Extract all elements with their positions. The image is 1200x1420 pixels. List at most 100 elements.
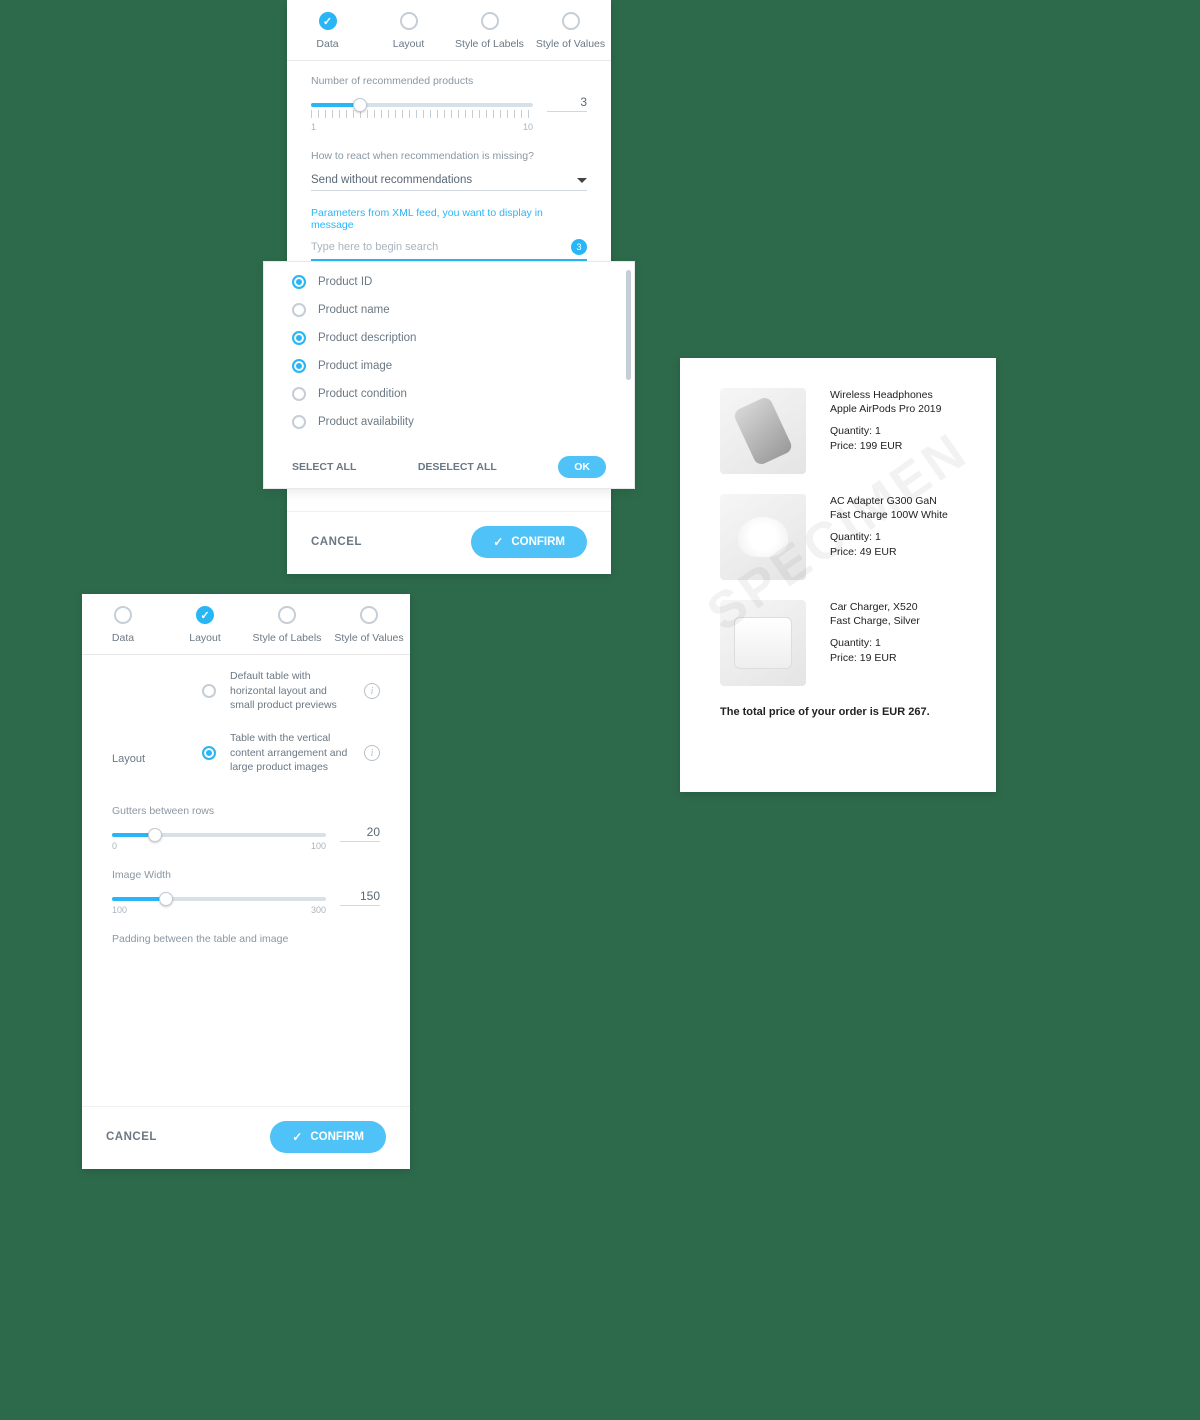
- missing-reaction-dropdown[interactable]: Send without recommendations: [311, 170, 587, 191]
- deselect-all-button[interactable]: DESELECT ALL: [418, 461, 497, 473]
- product-name: Wireless Headphones: [830, 388, 942, 402]
- preview-specimen-panel: SPECIMEN Wireless Headphones Apple AirPo…: [680, 358, 996, 792]
- product-quantity: Quantity: 1: [830, 530, 948, 544]
- param-label: Product availability: [318, 416, 414, 428]
- product-info: Car Charger, X520 Fast Charge, Silver Qu…: [830, 600, 920, 686]
- product-row: AC Adapter G300 GaN Fast Charge 100W Whi…: [720, 494, 956, 580]
- product-info: AC Adapter G300 GaN Fast Charge 100W Whi…: [830, 494, 948, 580]
- slider-min: 0: [112, 841, 117, 851]
- num-recommended-value[interactable]: 3: [547, 95, 587, 112]
- missing-reaction-field: How to react when recommendation is miss…: [311, 150, 587, 191]
- preview-body: SPECIMEN Wireless Headphones Apple AirPo…: [680, 358, 996, 792]
- layout-option-label: Default table with horizontal layout and…: [230, 669, 350, 713]
- select-all-button[interactable]: SELECT ALL: [292, 461, 356, 473]
- dialog-footer: CANCEL CONFIRM: [287, 511, 611, 574]
- product-price: Price: 199 EUR: [830, 439, 942, 453]
- product-subtitle: Apple AirPods Pro 2019: [830, 402, 942, 416]
- param-label: Product name: [318, 304, 390, 316]
- tab-circle-icon: [360, 606, 378, 624]
- num-recommended-slider[interactable]: 110: [311, 95, 533, 132]
- param-option-product-id[interactable]: Product ID: [264, 268, 634, 296]
- slider-min: 100: [112, 905, 127, 915]
- config-tabs: Data Layout Style of Labels Style of Val…: [287, 0, 611, 61]
- xml-params-search[interactable]: Type here to begin search 3: [311, 235, 587, 261]
- param-option-product-name[interactable]: Product name: [264, 296, 634, 324]
- num-recommended-label: Number of recommended products: [311, 75, 587, 87]
- param-label: Product image: [318, 360, 392, 372]
- gutters-slider[interactable]: 0 100: [112, 825, 326, 851]
- image-width-slider[interactable]: 100300: [112, 889, 326, 915]
- product-image-icon: [720, 388, 806, 474]
- info-icon[interactable]: i: [364, 683, 380, 699]
- product-image-icon: [720, 494, 806, 580]
- scrollbar[interactable]: [626, 270, 631, 380]
- tab-label: Data: [112, 632, 134, 644]
- product-quantity: Quantity: 1: [830, 424, 942, 438]
- radio-icon: [292, 331, 306, 345]
- tab-label: Style of Values: [334, 632, 403, 644]
- tab-label: Style of Labels: [253, 632, 322, 644]
- tab-label: Style of Labels: [455, 38, 524, 50]
- tab-circle-icon: [400, 12, 418, 30]
- product-row: Wireless Headphones Apple AirPods Pro 20…: [720, 388, 956, 474]
- xml-params-header: Parameters from XML feed, you want to di…: [311, 207, 587, 231]
- slider-min: 1: [311, 122, 316, 132]
- radio-icon: [292, 275, 306, 289]
- image-width-slider-row: 100300 150: [112, 889, 380, 915]
- layout-option-horizontal[interactable]: Default table with horizontal layout and…: [202, 669, 380, 713]
- product-price: Price: 49 EUR: [830, 545, 948, 559]
- param-label: Product description: [318, 332, 416, 344]
- tab-style-values[interactable]: Style of Values: [530, 0, 611, 60]
- tab-circle-icon: [278, 606, 296, 624]
- dialog-body: Number of recommended products 110 3 How…: [287, 61, 611, 261]
- data-tab-dialog: Data Layout Style of Labels Style of Val…: [287, 0, 611, 574]
- confirm-label: CONFIRM: [511, 536, 565, 548]
- tab-check-icon: [196, 606, 214, 624]
- param-option-product-description[interactable]: Product description: [264, 324, 634, 352]
- search-placeholder: Type here to begin search: [311, 241, 438, 253]
- param-option-product-image[interactable]: Product image: [264, 352, 634, 380]
- confirm-button[interactable]: CONFIRM: [270, 1121, 386, 1153]
- radio-icon: [202, 684, 216, 698]
- tab-style-labels[interactable]: Style of Labels: [246, 594, 328, 654]
- product-image-icon: [720, 600, 806, 686]
- tab-circle-icon: [562, 12, 580, 30]
- product-info: Wireless Headphones Apple AirPods Pro 20…: [830, 388, 942, 474]
- confirm-button[interactable]: CONFIRM: [471, 526, 587, 558]
- param-option-product-condition[interactable]: Product condition: [264, 380, 634, 408]
- cancel-button[interactable]: CANCEL: [311, 536, 362, 548]
- image-width-value[interactable]: 150: [340, 889, 380, 906]
- slider-max: 100: [311, 841, 326, 851]
- tab-label: Layout: [393, 38, 425, 50]
- ok-button[interactable]: OK: [558, 456, 606, 478]
- dialog-body: Layout Default table with horizontal lay…: [82, 655, 410, 945]
- tab-style-values[interactable]: Style of Values: [328, 594, 410, 654]
- layout-option-vertical[interactable]: Table with the vertical content arrangem…: [202, 731, 380, 775]
- confirm-label: CONFIRM: [310, 1131, 364, 1143]
- product-row: Car Charger, X520 Fast Charge, Silver Qu…: [720, 600, 956, 686]
- tab-label: Data: [316, 38, 338, 50]
- tab-check-icon: [319, 12, 337, 30]
- param-option-product-availability[interactable]: Product availability: [264, 408, 634, 436]
- tab-layout[interactable]: Layout: [368, 0, 449, 60]
- padding-label: Padding between the table and image: [112, 933, 380, 945]
- radio-icon: [292, 415, 306, 429]
- cancel-button[interactable]: CANCEL: [106, 1131, 157, 1143]
- tab-data[interactable]: Data: [82, 594, 164, 654]
- tab-circle-icon: [114, 606, 132, 624]
- param-label: Product ID: [318, 276, 372, 288]
- radio-icon: [292, 303, 306, 317]
- radio-icon: [292, 359, 306, 373]
- config-tabs: Data Layout Style of Labels Style of Val…: [82, 594, 410, 655]
- tab-layout[interactable]: Layout: [164, 594, 246, 654]
- tab-data[interactable]: Data: [287, 0, 368, 60]
- gutters-value[interactable]: 20: [340, 825, 380, 842]
- info-icon[interactable]: i: [364, 745, 380, 761]
- product-subtitle: Fast Charge, Silver: [830, 614, 920, 628]
- gutters-label: Gutters between rows: [112, 805, 380, 817]
- xml-params-dropdown-list: Product ID Product name Product descript…: [263, 261, 635, 489]
- product-quantity: Quantity: 1: [830, 636, 920, 650]
- dropdown-value: Send without recommendations: [311, 174, 472, 186]
- tab-style-labels[interactable]: Style of Labels: [449, 0, 530, 60]
- product-subtitle: Fast Charge 100W White: [830, 508, 948, 522]
